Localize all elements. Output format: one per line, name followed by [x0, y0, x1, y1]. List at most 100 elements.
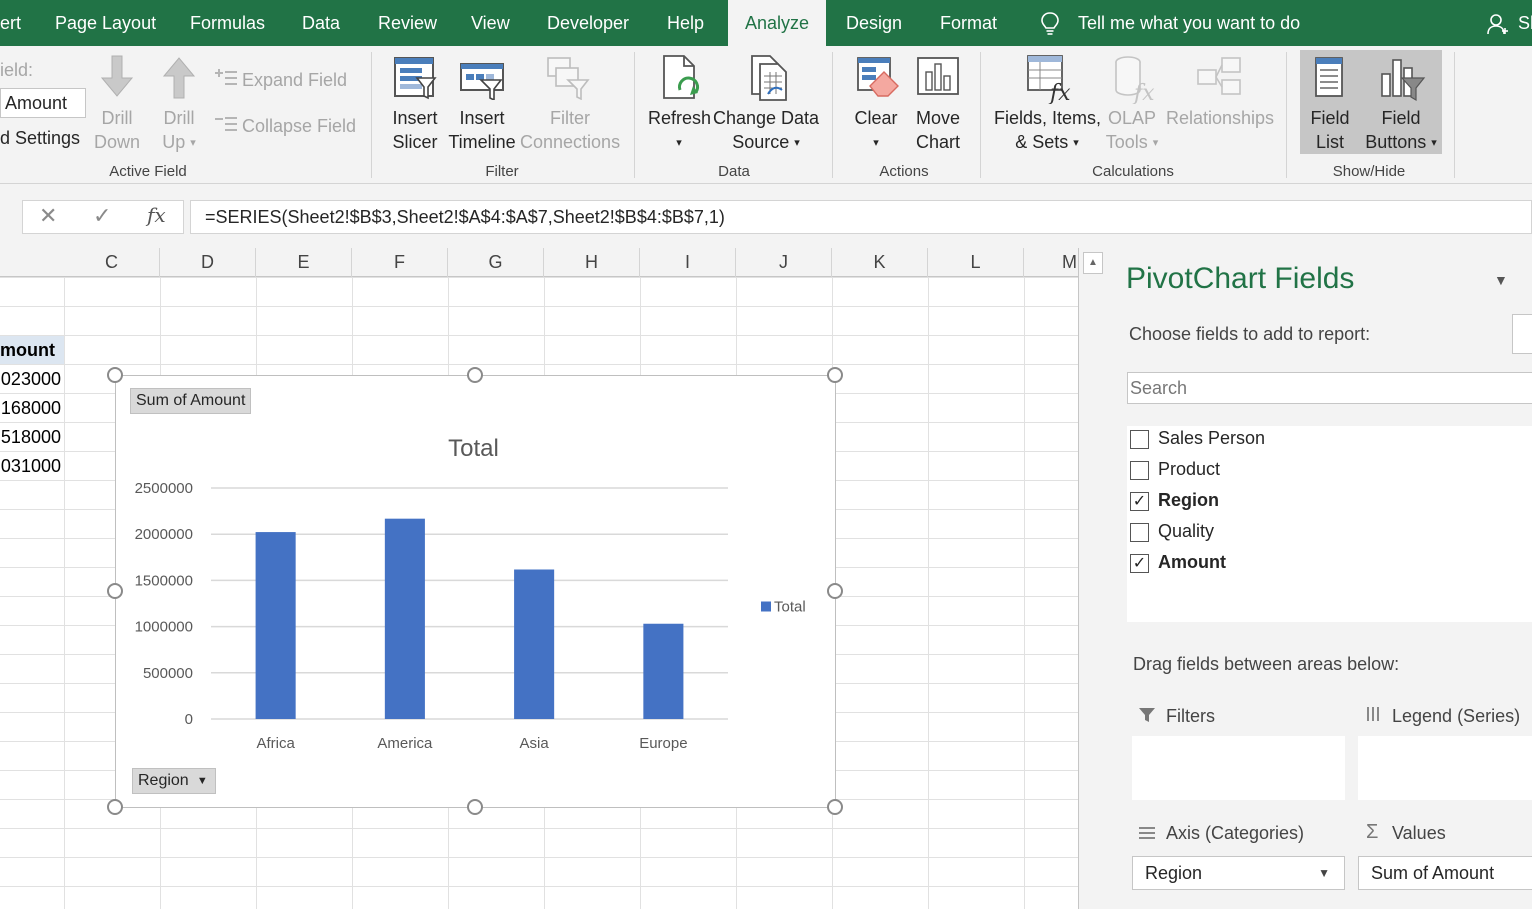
field-list-icon: [1315, 57, 1343, 97]
group-label-filter: Filter: [485, 163, 519, 180]
group-separator: [371, 52, 372, 178]
field-item-region[interactable]: ✓ Region: [1127, 488, 1527, 519]
group-separator: [1286, 52, 1287, 178]
column-header[interactable]: J: [736, 248, 832, 277]
field-settings-button[interactable]: d Settings: [0, 126, 80, 150]
refresh-button[interactable]: Refresh ▾: [648, 106, 711, 155]
column-header[interactable]: F: [352, 248, 448, 277]
field-checkbox-checked[interactable]: ✓: [1130, 492, 1149, 511]
tab-help[interactable]: Help: [667, 0, 704, 46]
legend-drop-area[interactable]: [1358, 736, 1532, 800]
axis-area-label: Axis (Categories): [1166, 823, 1305, 843]
column-header[interactable]: E: [256, 248, 352, 277]
olap-tools-icon: fx: [1115, 56, 1155, 104]
insert-slicer-button[interactable]: Insert Slicer: [388, 106, 442, 154]
column-header[interactable]: H: [544, 248, 640, 277]
insert-timeline-button[interactable]: Insert Timeline: [448, 106, 516, 154]
field-checkbox[interactable]: [1130, 430, 1149, 449]
relationships-button[interactable]: Relationships: [1166, 106, 1274, 130]
chart-resize-handle[interactable]: [107, 799, 123, 815]
formula-input[interactable]: =SERIES(Sheet2!$B$3,Sheet2!$A$4:$A$7,She…: [190, 200, 1532, 234]
filters-drop-area[interactable]: [1132, 736, 1345, 800]
tab-data[interactable]: Data: [302, 0, 340, 46]
clear-button[interactable]: Clear ▾: [850, 106, 902, 155]
column-header[interactable]: M: [1024, 248, 1080, 277]
chart-resize-handle[interactable]: [827, 799, 843, 815]
gear-icon[interactable]: [1512, 314, 1532, 354]
field-checkbox-checked[interactable]: ✓: [1130, 554, 1149, 573]
field-checkbox[interactable]: [1130, 461, 1149, 480]
pivot-chart[interactable]: Total 0 500000 1000000 1500000 2000000 2500000…: [115, 375, 836, 808]
pane-options-icon[interactable]: ▼: [1494, 272, 1508, 288]
cell-value[interactable]: 168000: [0, 394, 64, 423]
tab-developer[interactable]: Developer: [547, 0, 629, 46]
values-field-pill[interactable]: Sum of Amount: [1358, 856, 1532, 890]
group-separator: [980, 52, 981, 178]
field-search-input[interactable]: Search: [1127, 372, 1532, 404]
cell-value[interactable]: 518000: [0, 423, 64, 452]
group-label-calculations: Calculations: [1092, 163, 1174, 180]
y-tick-label: 1500000: [135, 572, 193, 589]
tab-review[interactable]: Review: [378, 0, 437, 46]
values-field-button[interactable]: Sum of Amount: [130, 388, 252, 414]
column-header[interactable]: D: [160, 248, 256, 277]
insert-function-icon[interactable]: fx: [147, 203, 166, 227]
x-tick-label: Europe: [639, 735, 687, 752]
group-separator: [1454, 52, 1455, 178]
x-tick-label: America: [377, 735, 433, 752]
field-buttons-button[interactable]: Field Buttons ▾: [1360, 106, 1442, 155]
tab-analyze[interactable]: Analyze: [728, 0, 826, 46]
column-header[interactable]: L: [928, 248, 1024, 277]
field-list-button[interactable]: Field List: [1302, 106, 1358, 154]
axis-field-button[interactable]: Region ▼: [132, 768, 216, 794]
move-chart-button[interactable]: Move Chart: [910, 106, 966, 154]
change-data-source-button[interactable]: Change Data Source ▾: [712, 106, 820, 155]
cell-value[interactable]: 023000: [0, 365, 64, 394]
active-field-input[interactable]: Amount: [0, 88, 86, 118]
x-tick-label: Africa: [256, 735, 295, 752]
drill-down-button[interactable]: Drill Down: [93, 106, 141, 154]
column-header[interactable]: C: [64, 248, 160, 277]
column-header[interactable]: G: [448, 248, 544, 277]
dropdown-arrow-icon[interactable]: ▼: [1318, 857, 1330, 889]
cell-amount-header[interactable]: mount: [0, 336, 64, 364]
field-item-amount[interactable]: ✓ Amount: [1127, 550, 1527, 581]
fields-items-sets-button[interactable]: Fields, Items, & Sets ▾: [994, 106, 1101, 155]
field-list-line1: Field: [1310, 108, 1350, 128]
filter-connections-button[interactable]: Filter Connections: [520, 106, 620, 154]
vertical-scrollbar[interactable]: ▲: [1078, 248, 1108, 909]
olap-tools-button[interactable]: OLAP Tools ▾: [1104, 106, 1160, 155]
field-item-sales-person[interactable]: Sales Person: [1127, 426, 1527, 457]
field-item-product[interactable]: Product: [1127, 457, 1527, 488]
axis-field-pill[interactable]: Region ▼: [1132, 856, 1345, 890]
field-checkbox[interactable]: [1130, 523, 1149, 542]
chart-resize-handle[interactable]: [827, 583, 843, 599]
drill-up-icon: [162, 57, 196, 99]
column-header[interactable]: I: [640, 248, 736, 277]
chart-resize-handle[interactable]: [467, 367, 483, 383]
field-item-quality[interactable]: Quality: [1127, 519, 1527, 550]
scroll-up-icon[interactable]: ▲: [1083, 252, 1103, 274]
move-chart-line1: Move: [915, 108, 960, 128]
cell-value[interactable]: 031000: [0, 452, 64, 481]
tab-view[interactable]: View: [471, 0, 510, 46]
chart-resize-handle[interactable]: [107, 367, 123, 383]
chart-resize-handle[interactable]: [107, 583, 123, 599]
cancel-icon[interactable]: ✕: [39, 203, 57, 229]
tab-design[interactable]: Design: [846, 0, 902, 46]
expand-field-button[interactable]: Expand Field: [242, 68, 347, 92]
collapse-field-button[interactable]: Collapse Field: [242, 114, 356, 138]
tab-insert[interactable]: ert: [0, 0, 21, 46]
move-chart-icon: [917, 57, 959, 95]
tab-format[interactable]: Format: [940, 0, 997, 46]
enter-icon[interactable]: ✓: [93, 203, 111, 229]
tab-page-layout[interactable]: Page Layout: [55, 0, 156, 46]
chart-resize-handle[interactable]: [467, 799, 483, 815]
group-label-show-hide: Show/Hide: [1332, 163, 1406, 180]
dropdown-arrow-icon: ▼: [196, 775, 208, 787]
tab-formulas[interactable]: Formulas: [190, 0, 265, 46]
chart-resize-handle[interactable]: [827, 367, 843, 383]
drill-up-button[interactable]: Drill Up ▾: [158, 106, 200, 155]
column-header[interactable]: K: [832, 248, 928, 277]
collapse-field-icon: [215, 117, 237, 131]
